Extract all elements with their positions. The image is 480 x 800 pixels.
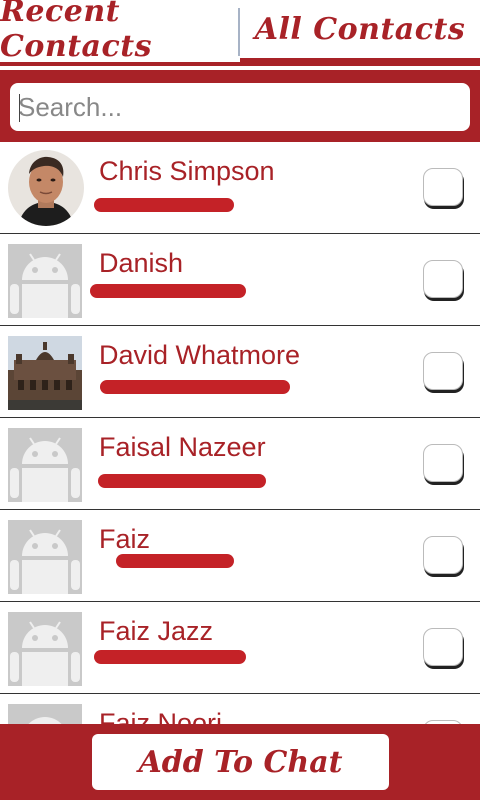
- select-checkbox[interactable]: [423, 260, 463, 298]
- contact-photo-avatar: [8, 150, 84, 226]
- android-placeholder-icon: [8, 428, 82, 502]
- tab-recent-contacts[interactable]: Recent Contacts: [0, 0, 238, 64]
- contact-row[interactable]: Faiz: [0, 510, 480, 602]
- contact-row[interactable]: Chris Simpson: [0, 142, 480, 234]
- android-placeholder-icon: [8, 520, 82, 594]
- contact-name: Faiz: [99, 524, 151, 554]
- tab-bar: Recent Contacts All Contacts: [0, 0, 480, 66]
- android-placeholder-icon: [8, 244, 82, 318]
- select-checkbox[interactable]: [423, 536, 463, 574]
- contact-name: Chris Simpson: [99, 156, 275, 186]
- contact-name: Faiz Noori: [99, 708, 223, 724]
- contact-name: David Whatmore: [99, 340, 301, 370]
- android-placeholder-icon: [8, 704, 82, 724]
- contact-photo-avatar: [8, 336, 82, 410]
- search-bar: [0, 70, 480, 142]
- add-to-chat-button[interactable]: Add To Chat: [92, 734, 389, 790]
- contact-row[interactable]: Faiz Jazz: [0, 602, 480, 694]
- redaction-mark: [100, 380, 290, 394]
- text-caret: [19, 94, 20, 122]
- search-input[interactable]: [10, 83, 470, 131]
- android-placeholder-icon: [8, 612, 82, 686]
- contact-row[interactable]: Faisal Nazeer: [0, 418, 480, 510]
- tab-all-contacts[interactable]: All Contacts: [240, 0, 480, 58]
- select-checkbox[interactable]: [423, 444, 463, 482]
- contact-row[interactable]: Danish: [0, 234, 480, 326]
- contact-name: Faiz Jazz: [99, 616, 214, 646]
- redaction-mark: [94, 650, 246, 664]
- contact-row[interactable]: David Whatmore: [0, 326, 480, 418]
- redaction-mark: [116, 554, 234, 568]
- redaction-mark: [94, 198, 234, 212]
- footer-bar: Add To Chat: [0, 724, 480, 800]
- contact-list[interactable]: Chris Simpson Danish David Whatmore Fais…: [0, 142, 480, 724]
- contact-name: Danish: [99, 248, 184, 278]
- redaction-mark: [98, 474, 266, 488]
- redaction-mark: [90, 284, 246, 298]
- contact-name: Faisal Nazeer: [99, 432, 266, 462]
- active-tab-indicator: [240, 58, 480, 66]
- select-checkbox[interactable]: [423, 352, 463, 390]
- select-checkbox[interactable]: [423, 168, 463, 206]
- contact-row[interactable]: Faiz Noori: [0, 694, 480, 724]
- select-checkbox[interactable]: [423, 628, 463, 666]
